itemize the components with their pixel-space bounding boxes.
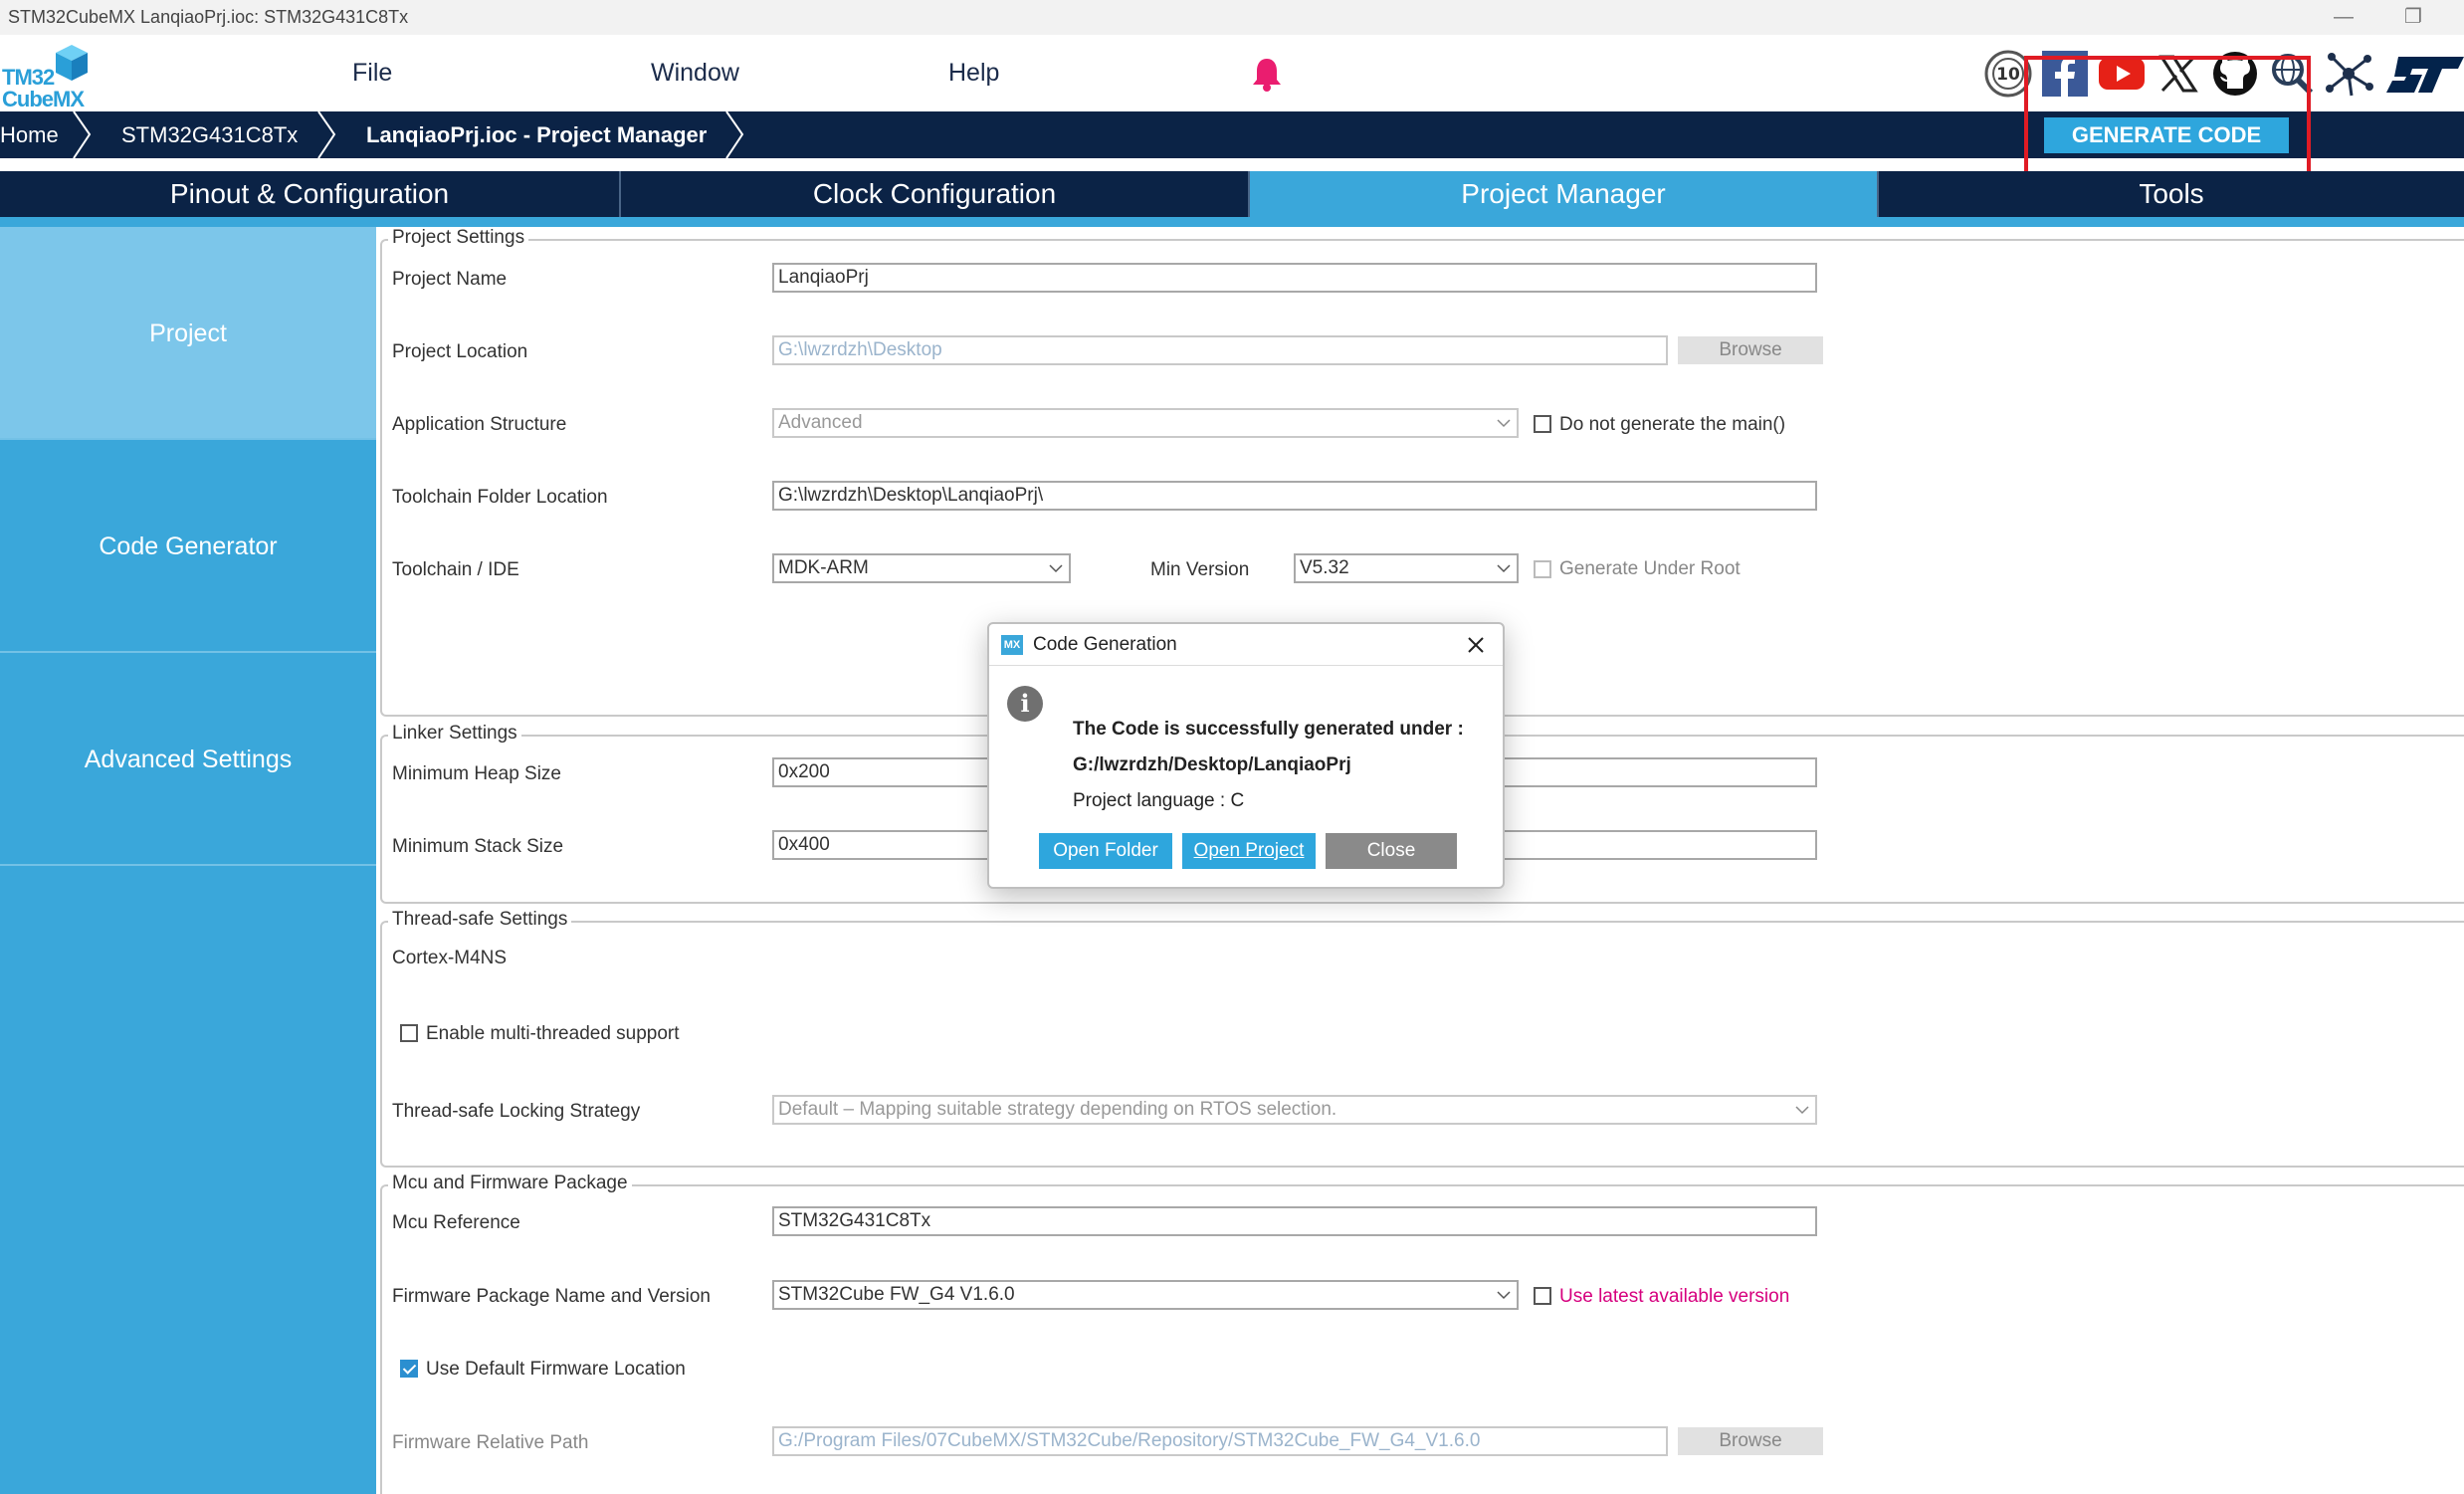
chevron-down-icon bbox=[1497, 419, 1511, 428]
project-name-input[interactable]: LanqiaoPrj bbox=[772, 263, 1817, 293]
dialog-title: Code Generation bbox=[1033, 634, 1177, 655]
min-version-value: V5.32 bbox=[1300, 557, 1349, 578]
logo-text-line2: CubeMX bbox=[2, 87, 85, 111]
firmware-path-browse-button[interactable]: Browse bbox=[1678, 1427, 1823, 1455]
sidebar-item-advanced-settings[interactable]: Advanced Settings bbox=[0, 653, 376, 866]
min-version-select[interactable]: V5.32 bbox=[1294, 553, 1519, 583]
st-logo-icon[interactable] bbox=[2384, 49, 2464, 99]
close-button[interactable]: Close bbox=[1326, 833, 1457, 869]
locking-strategy-value: Default – Mapping suitable strategy depe… bbox=[778, 1099, 1337, 1120]
minimize-button[interactable]: — bbox=[2329, 4, 2359, 30]
menu-window[interactable]: Window bbox=[651, 59, 739, 88]
min-heap-size-label: Minimum Heap Size bbox=[392, 763, 561, 784]
generate-under-root-label: Generate Under Root bbox=[1559, 558, 1741, 579]
generate-under-root-checkbox[interactable] bbox=[1534, 560, 1551, 578]
toolchain-ide-select[interactable]: MDK-ARM bbox=[772, 553, 1071, 583]
restore-button[interactable]: ❐ bbox=[2398, 4, 2428, 30]
dialog-message-success: The Code is successfully generated under… bbox=[1073, 719, 1464, 740]
locking-strategy-label: Thread-safe Locking Strategy bbox=[392, 1101, 641, 1122]
network-community-icon[interactable] bbox=[2324, 49, 2373, 99]
mcu-reference-label: Mcu Reference bbox=[392, 1212, 520, 1233]
breadcrumb-current[interactable]: LanqiaoPrj.ioc - Project Manager bbox=[366, 122, 707, 148]
toolchain-folder-label: Toolchain Folder Location bbox=[392, 487, 608, 508]
dialog-title-bar: MX Code Generation bbox=[989, 624, 1503, 666]
mcu-firmware-legend: Mcu and Firmware Package bbox=[388, 1173, 632, 1194]
svg-text:10: 10 bbox=[1996, 65, 2020, 85]
code-generation-dialog: MX Code Generation i The Code is success… bbox=[987, 622, 1505, 889]
firmware-package-value: STM32Cube FW_G4 V1.6.0 bbox=[778, 1284, 1015, 1305]
thread-safe-settings-legend: Thread-safe Settings bbox=[388, 909, 572, 931]
firmware-relative-path-input[interactable]: G:/Program Files/07CubeMX/STM32Cube/Repo… bbox=[772, 1426, 1668, 1456]
close-icon[interactable] bbox=[1465, 634, 1487, 656]
chevron-down-icon bbox=[1049, 564, 1063, 573]
breadcrumb-home[interactable]: Home bbox=[0, 122, 59, 148]
tab-pinout-configuration[interactable]: Pinout & Configuration bbox=[0, 171, 621, 217]
dialog-message-language: Project language : C bbox=[1073, 790, 1245, 811]
sidebar: Project Code Generator Advanced Settings bbox=[0, 227, 376, 1494]
open-folder-button[interactable]: Open Folder bbox=[1039, 833, 1172, 869]
breadcrumb-chevron-icon bbox=[725, 111, 744, 158]
firmware-package-label: Firmware Package Name and Version bbox=[392, 1286, 711, 1307]
multi-threaded-support-label: Enable multi-threaded support bbox=[426, 1023, 680, 1044]
application-structure-label: Application Structure bbox=[392, 414, 567, 435]
main-tabs: Pinout & Configuration Clock Configurati… bbox=[0, 171, 2464, 217]
do-not-generate-main-label: Do not generate the main() bbox=[1559, 414, 1786, 435]
application-structure-value: Advanced bbox=[778, 412, 863, 433]
tab-project-manager[interactable]: Project Manager bbox=[1250, 171, 1879, 217]
linker-settings-legend: Linker Settings bbox=[388, 723, 521, 745]
toolchain-folder-input[interactable]: G:\lwzrdzh\Desktop\LanqiaoPrj\ bbox=[772, 481, 1817, 511]
open-project-button[interactable]: Open Project bbox=[1182, 833, 1316, 869]
firmware-relative-path-label: Firmware Relative Path bbox=[392, 1432, 589, 1453]
chevron-down-icon bbox=[1497, 564, 1511, 573]
tab-tools[interactable]: Tools bbox=[1879, 171, 2464, 217]
title-bar: STM32CubeMX LanqiaoPrj.ioc: STM32G431C8T… bbox=[0, 0, 2464, 35]
tab-clock-configuration[interactable]: Clock Configuration bbox=[621, 171, 1250, 217]
highlight-box bbox=[2024, 56, 2311, 185]
use-latest-version-label: Use latest available version bbox=[1559, 1286, 1790, 1307]
project-location-browse-button[interactable]: Browse bbox=[1678, 336, 1823, 364]
project-settings-legend: Project Settings bbox=[388, 227, 529, 249]
cubemx-app-icon: MX bbox=[1001, 635, 1023, 655]
stm32cubemx-logo: TM32 CubeMX bbox=[0, 43, 100, 111]
sidebar-item-code-generator[interactable]: Code Generator bbox=[0, 440, 376, 653]
use-default-firmware-location-checkbox[interactable] bbox=[400, 1360, 418, 1378]
breadcrumb-chevron-icon bbox=[73, 111, 92, 158]
multi-threaded-support-checkbox[interactable] bbox=[400, 1024, 418, 1042]
firmware-package-select[interactable]: STM32Cube FW_G4 V1.6.0 bbox=[772, 1280, 1519, 1310]
notification-bell-icon[interactable] bbox=[1251, 55, 1283, 93]
tab-underline bbox=[0, 217, 2464, 227]
info-icon: i bbox=[1007, 686, 1043, 722]
chevron-down-icon bbox=[1795, 1106, 1809, 1115]
toolchain-ide-value: MDK-ARM bbox=[778, 557, 869, 578]
mcu-reference-input[interactable]: STM32G431C8Tx bbox=[772, 1206, 1817, 1236]
chevron-down-icon bbox=[1497, 1291, 1511, 1300]
breadcrumb-mcu[interactable]: STM32G431C8Tx bbox=[121, 122, 298, 148]
min-version-label: Min Version bbox=[1150, 559, 1250, 580]
toolchain-ide-label: Toolchain / IDE bbox=[392, 559, 519, 580]
use-latest-version-checkbox[interactable] bbox=[1534, 1287, 1551, 1305]
application-structure-select[interactable]: Advanced bbox=[772, 408, 1519, 438]
window-title: STM32CubeMX LanqiaoPrj.ioc: STM32G431C8T… bbox=[8, 7, 409, 27]
project-name-label: Project Name bbox=[392, 269, 508, 290]
locking-strategy-select[interactable]: Default – Mapping suitable strategy depe… bbox=[772, 1095, 1817, 1125]
menu-file[interactable]: File bbox=[352, 59, 392, 88]
project-location-input[interactable]: G:\lwzrdzh\Desktop bbox=[772, 335, 1668, 365]
do-not-generate-main-checkbox[interactable] bbox=[1534, 415, 1551, 433]
core-label: Cortex-M4NS bbox=[392, 948, 508, 968]
menu-help[interactable]: Help bbox=[948, 59, 999, 88]
use-default-firmware-location-label: Use Default Firmware Location bbox=[426, 1359, 686, 1380]
min-stack-size-label: Minimum Stack Size bbox=[392, 836, 564, 857]
breadcrumb-chevron-icon bbox=[317, 111, 336, 158]
thread-safe-settings-group: Thread-safe Settings bbox=[380, 909, 2464, 1168]
dialog-message-path: G:/lwzrdzh/Desktop/LanqiaoPrj bbox=[1073, 754, 1351, 775]
cube-logo-icon bbox=[56, 45, 88, 81]
project-location-label: Project Location bbox=[392, 341, 528, 362]
sidebar-item-project[interactable]: Project bbox=[0, 227, 376, 440]
